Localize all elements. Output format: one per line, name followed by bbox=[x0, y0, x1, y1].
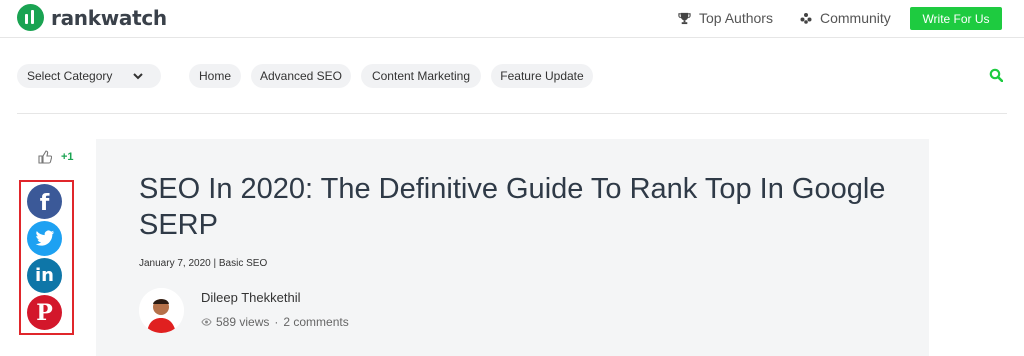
nav-home[interactable]: Home bbox=[189, 64, 241, 88]
logo-text: rankwatch bbox=[51, 5, 167, 30]
nav-divider bbox=[17, 113, 1007, 114]
category-select[interactable]: Select Category bbox=[17, 64, 161, 88]
linkedin-share-button[interactable]: in bbox=[27, 258, 62, 293]
trophy-icon bbox=[678, 12, 691, 24]
meta-separator: | bbox=[213, 258, 217, 269]
community-label: Community bbox=[820, 10, 891, 26]
twitter-share-button[interactable] bbox=[27, 221, 62, 256]
facebook-share-button[interactable]: f bbox=[27, 184, 62, 219]
logo-icon bbox=[17, 4, 44, 31]
nav-content-marketing[interactable]: Content Marketing bbox=[361, 64, 481, 88]
site-logo[interactable]: rankwatch bbox=[17, 4, 167, 31]
eye-icon bbox=[201, 318, 212, 326]
view-count: 589 views bbox=[216, 315, 270, 329]
article-title: SEO In 2020: The Definitive Guide To Ran… bbox=[139, 173, 886, 241]
pinterest-share-button[interactable]: P bbox=[27, 295, 62, 330]
comment-count-link[interactable]: 2 comments bbox=[283, 315, 348, 329]
chevron-down-icon bbox=[133, 73, 143, 80]
top-authors-label: Top Authors bbox=[699, 10, 773, 26]
stats-dot: · bbox=[274, 315, 279, 329]
facebook-icon: f bbox=[39, 191, 50, 216]
community-icon bbox=[800, 13, 812, 24]
author-name[interactable]: Dileep Thekkethil bbox=[201, 290, 300, 305]
site-header: rankwatch Top Authors Community Write Fo… bbox=[0, 0, 1024, 38]
article-category-link[interactable]: Basic SEO bbox=[219, 258, 267, 269]
article-date: January 7, 2020 bbox=[139, 258, 211, 269]
write-for-us-button[interactable]: Write For Us bbox=[910, 7, 1002, 30]
article-meta: January 7, 2020 | Basic SEO bbox=[139, 258, 267, 269]
pinterest-icon: P bbox=[36, 299, 53, 326]
like-count: +1 bbox=[61, 151, 74, 163]
article-stats: 589 views · 2 comments bbox=[201, 315, 349, 329]
twitter-icon bbox=[35, 230, 54, 246]
top-authors-link[interactable]: Top Authors bbox=[678, 10, 773, 26]
search-icon[interactable] bbox=[989, 68, 1003, 82]
author-avatar[interactable] bbox=[139, 288, 184, 333]
thumbs-up-icon bbox=[38, 150, 52, 164]
nav-advanced-seo[interactable]: Advanced SEO bbox=[251, 64, 351, 88]
like-button[interactable]: +1 bbox=[38, 150, 74, 164]
linkedin-icon: in bbox=[35, 265, 54, 286]
category-select-label: Select Category bbox=[27, 69, 113, 83]
community-link[interactable]: Community bbox=[800, 10, 891, 26]
nav-feature-update[interactable]: Feature Update bbox=[491, 64, 593, 88]
author-photo bbox=[139, 288, 184, 333]
